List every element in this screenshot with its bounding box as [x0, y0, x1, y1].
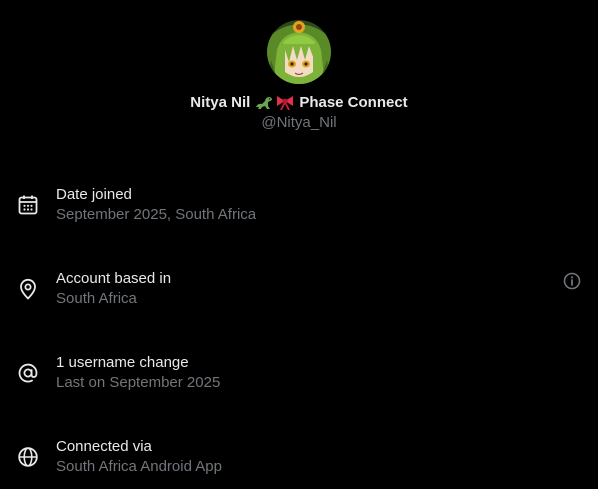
profile-name-row: Nitya Nil Phase Connect — [0, 92, 598, 112]
row-subtitle: Last on September 2025 — [56, 374, 221, 391]
ribbon-emoji — [277, 96, 294, 110]
row-subtitle: September 2025, South Africa — [56, 206, 257, 223]
username-change-row: 1 username change Last on September 2025 — [0, 354, 598, 410]
avatar[interactable] — [267, 20, 331, 84]
row-title: Date joined — [56, 186, 132, 203]
info-icon[interactable] — [562, 271, 582, 291]
account-based-in-row: Account based in South Africa — [0, 270, 598, 326]
row-title: Connected via — [56, 438, 152, 455]
dinosaur-emoji — [256, 97, 273, 109]
avatar-image — [267, 20, 331, 84]
handle: @Nitya_Nil — [261, 114, 337, 131]
display-name: Nitya Nil — [190, 93, 251, 111]
location-pin-icon — [20, 278, 36, 300]
at-sign-icon — [18, 363, 38, 383]
calendar-icon — [18, 195, 38, 215]
row-title: Account based in — [56, 270, 172, 287]
row-subtitle: South Africa — [56, 290, 137, 307]
account-info-panel: Nitya Nil Phase Connect @Nitya_Nil Date … — [0, 0, 598, 489]
globe-icon — [18, 447, 38, 467]
row-subtitle: South Africa Android App — [56, 458, 222, 475]
affiliation-label: Phase Connect — [299, 93, 408, 111]
row-title: 1 username change — [56, 354, 189, 371]
connected-via-row: Connected via South Africa Android App — [0, 438, 598, 489]
date-joined-row: Date joined September 2025, South Africa — [0, 186, 598, 242]
